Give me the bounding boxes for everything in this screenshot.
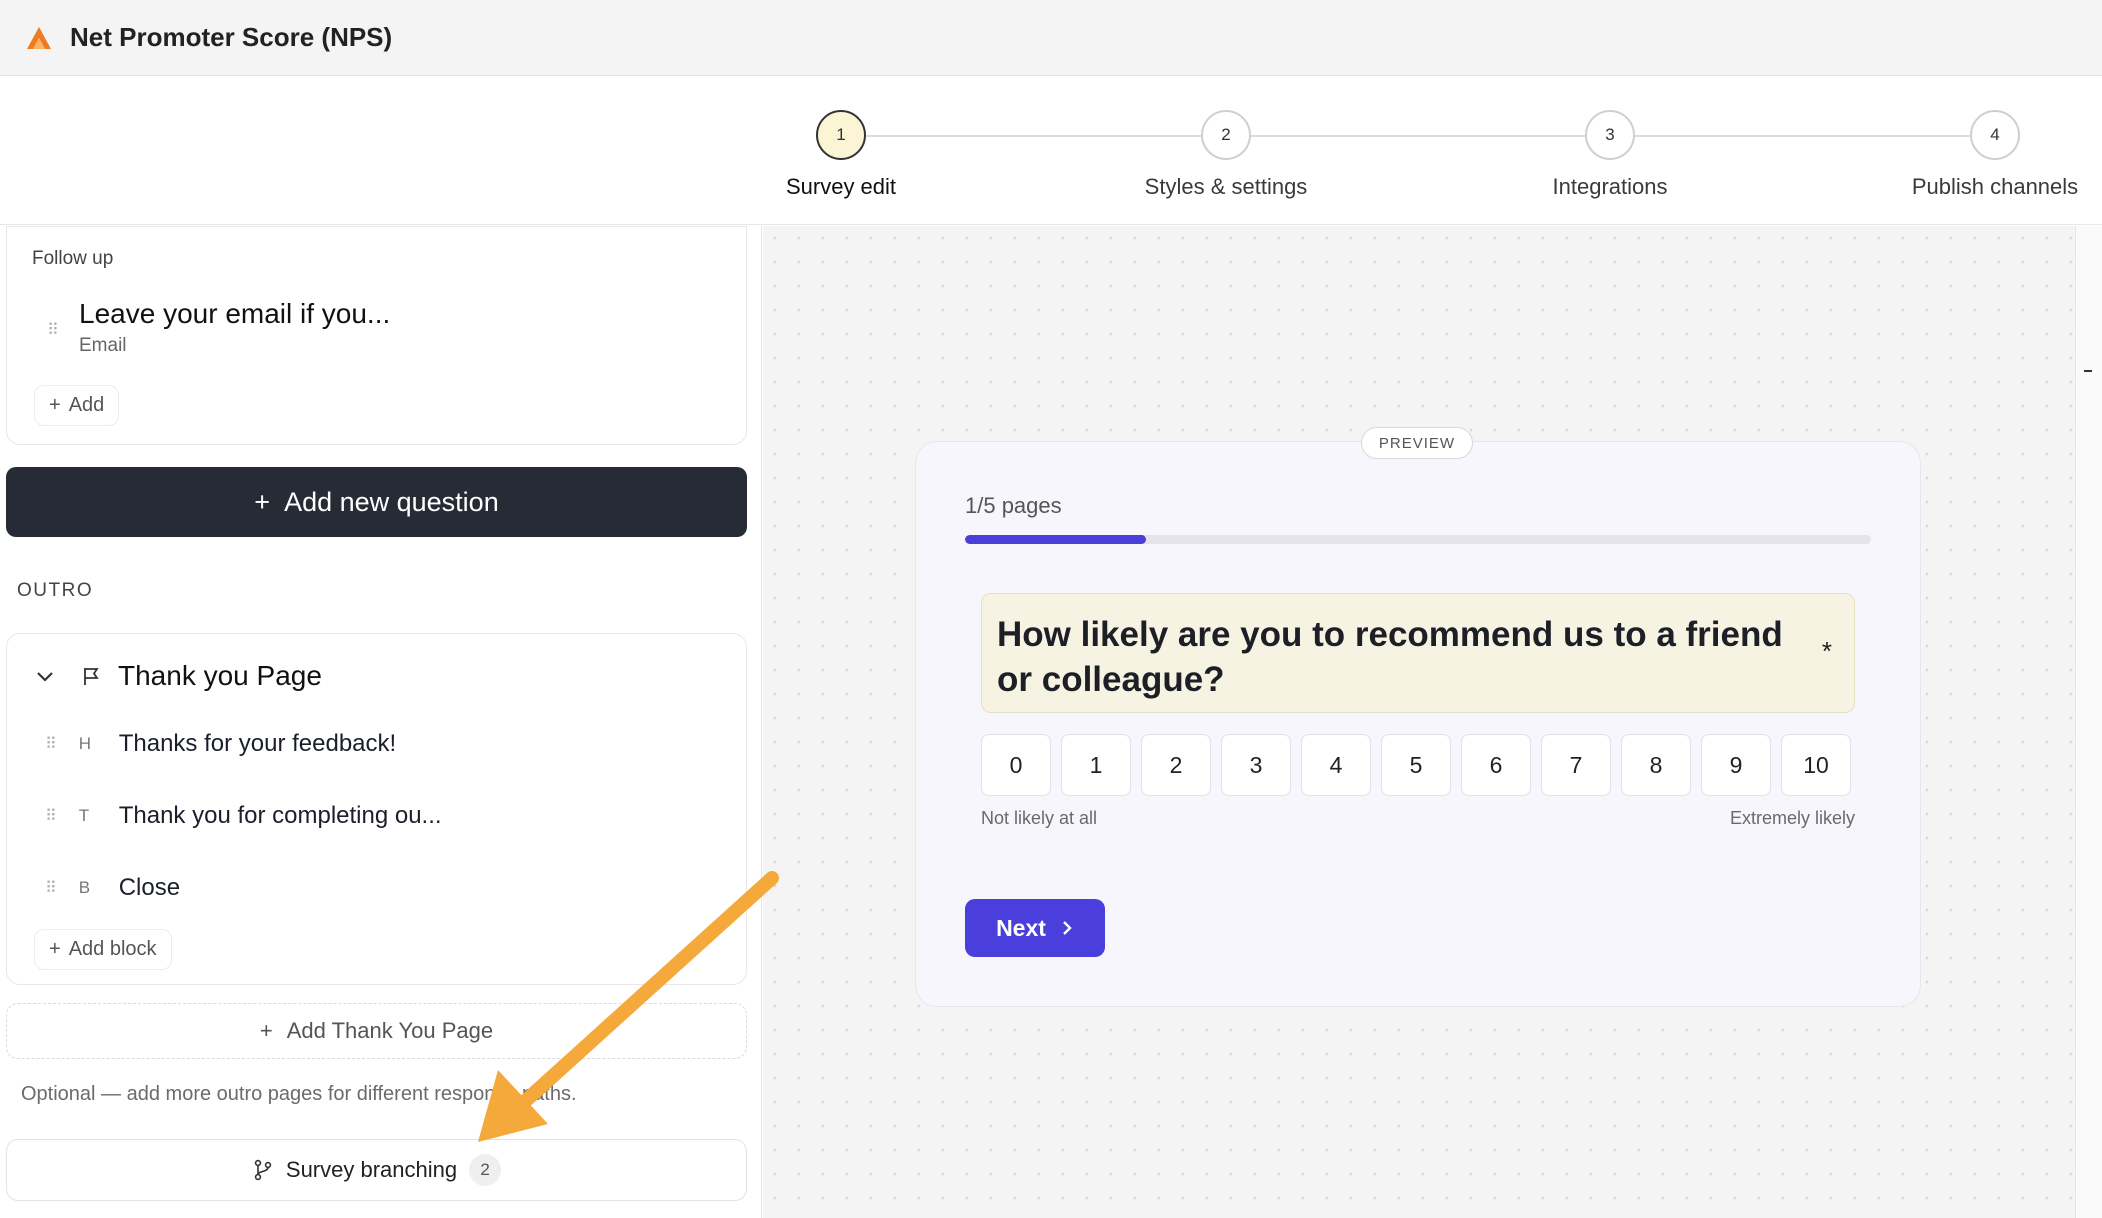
survey-branching-button[interactable]: Survey branching 2 (6, 1139, 747, 1201)
add-block-button[interactable]: + Add block (34, 929, 172, 970)
plus-icon: + (259, 1018, 273, 1043)
plus-icon: + (49, 394, 61, 416)
stepper (0, 77, 2102, 225)
add-thank-you-page-button[interactable]: + Add Thank You Page (6, 1003, 747, 1059)
scale-option-8[interactable]: 8 (1621, 734, 1691, 796)
chevron-right-icon (1063, 921, 1072, 935)
drag-handle-icon[interactable]: ⠿ (45, 734, 57, 754)
step-styles-settings[interactable]: 2 Styles & settings (1126, 110, 1326, 200)
branching-count-badge: 2 (469, 1154, 502, 1186)
page-counter: 1/5 pages (965, 493, 1062, 518)
drag-handle-icon[interactable]: ⠿ (45, 878, 57, 898)
outro-optional-note: Optional — add more outro pages for diff… (21, 1083, 577, 1105)
step-number: 1 (816, 110, 866, 160)
follow-up-question-type: Email (79, 335, 127, 356)
step-number: 3 (1585, 110, 1635, 160)
plus-icon: + (254, 486, 271, 517)
progress-bar (965, 535, 1871, 544)
scale-option-0[interactable]: 0 (981, 734, 1051, 796)
outro-section-label: OUTRO (17, 580, 94, 601)
scale-option-3[interactable]: 3 (1221, 734, 1291, 796)
step-integrations[interactable]: 3 Integrations (1510, 110, 1710, 200)
chevron-down-icon[interactable] (34, 665, 56, 687)
outro-block-text[interactable]: ⠿ T Thank you for completing ou... (45, 802, 442, 830)
flag-icon (84, 668, 99, 685)
step-publish-channels[interactable]: 4 Publish channels (1895, 110, 2095, 200)
block-text: Thank you for completing ou... (118, 802, 442, 829)
add-thank-you-page-label: Add Thank You Page (286, 1018, 494, 1043)
step-number: 2 (1201, 110, 1251, 160)
scale-option-4[interactable]: 4 (1301, 734, 1371, 796)
add-label: Add (68, 394, 105, 416)
brand-logo-icon (22, 21, 56, 55)
step-label: Styles & settings (1144, 174, 1308, 199)
nps-scale: 0 1 2 3 4 5 6 7 8 9 10 (981, 734, 1851, 796)
follow-up-label: Follow up (32, 248, 114, 269)
step-survey-edit[interactable]: 1 Survey edit (786, 110, 896, 200)
required-asterisk: * (1821, 636, 1832, 666)
scale-option-9[interactable]: 9 (1701, 734, 1771, 796)
add-follow-up-button[interactable]: + Add (34, 385, 120, 426)
add-new-question-button[interactable]: + Add new question (6, 467, 747, 537)
branch-icon (254, 1159, 272, 1181)
progress-fill (965, 535, 1147, 544)
canvas-edge-tick (2084, 370, 2092, 372)
scale-low-label: Not likely at all (981, 808, 1098, 828)
drag-handle-icon[interactable]: ⠿ (45, 806, 57, 826)
add-new-question-label: Add new question (284, 486, 499, 517)
block-type-badge: H (78, 734, 91, 753)
outro-block-button[interactable]: ⠿ B Close (45, 874, 180, 902)
follow-up-question-title[interactable]: Leave your email if you... (79, 298, 390, 330)
canvas-right-edge (2075, 226, 2102, 1218)
survey-title: Net Promoter Score (NPS) (70, 22, 393, 52)
step-label: Survey edit (785, 174, 897, 199)
step-label: Integrations (1552, 174, 1668, 199)
scale-high-label: Extremely likely (1729, 808, 1855, 828)
block-type-badge: B (78, 878, 91, 897)
scale-option-6[interactable]: 6 (1461, 734, 1531, 796)
block-type-badge: T (78, 806, 90, 825)
outro-block-heading[interactable]: ⠿ H Thanks for your feedback! (45, 730, 396, 758)
drag-handle-icon[interactable]: ⠿ (47, 320, 59, 340)
scale-option-7[interactable]: 7 (1541, 734, 1611, 796)
survey-branching-label: Survey branching (285, 1157, 458, 1182)
next-label: Next (996, 914, 1046, 941)
scale-option-1[interactable]: 1 (1061, 734, 1131, 796)
step-number: 4 (1970, 110, 2020, 160)
scale-option-10[interactable]: 10 (1781, 734, 1851, 796)
top-bar: Net Promoter Score (NPS) (0, 0, 2102, 76)
thank-you-page-title: Thank you Page (118, 660, 322, 691)
scale-option-5[interactable]: 5 (1381, 734, 1451, 796)
thank-you-page-header[interactable]: Thank you Page (34, 660, 322, 692)
plus-icon: + (49, 938, 61, 960)
step-label: Publish channels (1911, 174, 2079, 199)
next-button[interactable]: Next (965, 899, 1105, 957)
preview-badge: PREVIEW (1361, 427, 1473, 459)
question-text: How likely are you to recommend us to a … (997, 615, 1783, 699)
block-text: Thanks for your feedback! (118, 730, 397, 757)
question-box: How likely are you to recommend us to a … (981, 593, 1855, 713)
add-block-label: Add block (68, 938, 157, 960)
block-text: Close (118, 874, 181, 901)
stepper-line (866, 135, 1996, 137)
scale-option-2[interactable]: 2 (1141, 734, 1211, 796)
